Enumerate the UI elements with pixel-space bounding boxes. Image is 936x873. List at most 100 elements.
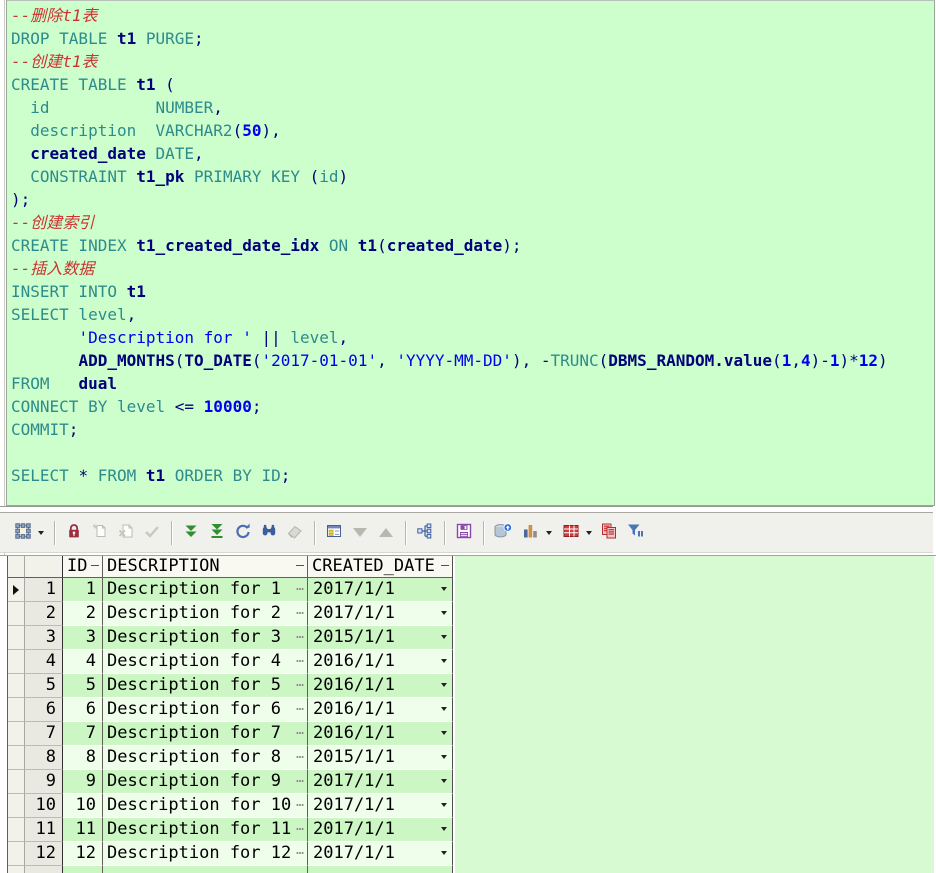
cell-description[interactable]: Description for 3…: [103, 626, 308, 650]
cell-created-date[interactable]: 2016/1/1: [308, 674, 453, 698]
cell-description[interactable]: Description for 9…: [103, 770, 308, 794]
cell-created-date[interactable]: 2016/1/1: [308, 722, 453, 746]
date-dropdown-icon[interactable]: [441, 587, 447, 591]
cell-id[interactable]: 8: [63, 746, 103, 770]
column-header-id[interactable]: ID: [63, 556, 103, 578]
report-button[interactable]: [556, 520, 596, 546]
copy-results-button[interactable]: [596, 520, 622, 546]
column-header-created-date[interactable]: CREATED_DATE: [308, 556, 453, 578]
row-marker-cell[interactable]: [8, 674, 25, 698]
sql-editor[interactable]: --删除t1表 DROP TABLE t1 PURGE; --创建t1表 CREATE…: [6, 0, 935, 506]
cell-id[interactable]: [63, 866, 103, 873]
cell-ellipsis-button[interactable]: …: [296, 626, 304, 646]
delete-record-button[interactable]: [113, 520, 139, 546]
clear-button[interactable]: [282, 520, 308, 546]
date-dropdown-icon[interactable]: [441, 659, 447, 663]
cell-created-date[interactable]: 2016/1/1: [308, 698, 453, 722]
column-header-description[interactable]: DESCRIPTION: [103, 556, 308, 578]
cell-created-date[interactable]: 2017/1/1: [308, 842, 453, 866]
row-number-cell[interactable]: 7: [25, 722, 63, 746]
insert-record-button[interactable]: [87, 520, 113, 546]
post-changes-button[interactable]: [139, 520, 165, 546]
row-marker-cell[interactable]: [8, 746, 25, 770]
row-marker-cell[interactable]: [8, 578, 25, 602]
cell-ellipsis-button[interactable]: …: [296, 794, 304, 814]
cell-description[interactable]: Description for 11…: [103, 818, 308, 842]
row-number-cell[interactable]: 11: [25, 818, 63, 842]
row-marker-cell[interactable]: [8, 626, 25, 650]
editor-results-splitter[interactable]: [0, 506, 933, 513]
cell-description[interactable]: Description for 5…: [103, 674, 308, 698]
row-number-cell[interactable]: 4: [25, 650, 63, 674]
date-dropdown-icon[interactable]: [441, 611, 447, 615]
row-number-cell[interactable]: 1: [25, 578, 63, 602]
cell-created-date[interactable]: 2017/1/1: [308, 818, 453, 842]
cell-ellipsis-button[interactable]: …: [296, 698, 304, 718]
cell-description[interactable]: Description for 4…: [103, 650, 308, 674]
lock-button[interactable]: [61, 520, 87, 546]
row-number-cell[interactable]: 3: [25, 626, 63, 650]
cell-ellipsis-button[interactable]: …: [296, 770, 304, 790]
row-number-cell[interactable]: 10: [25, 794, 63, 818]
date-dropdown-icon[interactable]: [441, 707, 447, 711]
cell-id[interactable]: 7: [63, 722, 103, 746]
row-marker-cell[interactable]: [8, 794, 25, 818]
next-record-button[interactable]: [373, 520, 399, 546]
cell-id[interactable]: 6: [63, 698, 103, 722]
cell-ellipsis-button[interactable]: …: [296, 818, 304, 838]
cell-created-date[interactable]: 2016/1/1: [308, 650, 453, 674]
row-marker-cell[interactable]: [8, 842, 25, 866]
chart-button[interactable]: [516, 520, 556, 546]
marker-column-header[interactable]: [8, 556, 25, 578]
single-record-view-button[interactable]: [321, 520, 347, 546]
save-button[interactable]: [451, 520, 477, 546]
cell-ellipsis-button[interactable]: …: [296, 842, 304, 862]
date-dropdown-icon[interactable]: [441, 851, 447, 855]
row-marker-cell[interactable]: [8, 650, 25, 674]
cell-id[interactable]: 11: [63, 818, 103, 842]
row-marker-cell[interactable]: [8, 866, 25, 873]
row-number-cell[interactable]: 9: [25, 770, 63, 794]
row-marker-cell[interactable]: [8, 818, 25, 842]
row-number-cell[interactable]: 6: [25, 698, 63, 722]
cell-ellipsis-button[interactable]: …: [296, 722, 304, 742]
cell-id[interactable]: 1: [63, 578, 103, 602]
date-dropdown-icon[interactable]: [441, 731, 447, 735]
date-dropdown-icon[interactable]: [441, 683, 447, 687]
fetch-next-page-button[interactable]: [178, 520, 204, 546]
cell-created-date[interactable]: 2017/1/1: [308, 770, 453, 794]
linked-query-button[interactable]: [412, 520, 438, 546]
row-number-cell[interactable]: 5: [25, 674, 63, 698]
cell-created-date[interactable]: 2017/1/1: [308, 578, 453, 602]
row-number-column-header[interactable]: [25, 556, 63, 578]
date-dropdown-icon[interactable]: [441, 779, 447, 783]
cell-created-date[interactable]: [308, 866, 453, 873]
date-dropdown-icon[interactable]: [441, 803, 447, 807]
cell-id[interactable]: 5: [63, 674, 103, 698]
date-dropdown-icon[interactable]: [441, 755, 447, 759]
row-number-cell[interactable]: 8: [25, 746, 63, 770]
date-dropdown-icon[interactable]: [441, 635, 447, 639]
row-number-cell[interactable]: 12: [25, 842, 63, 866]
cell-description[interactable]: Description for 2…: [103, 602, 308, 626]
refresh-button[interactable]: [230, 520, 256, 546]
cell-id[interactable]: 12: [63, 842, 103, 866]
row-number-cell[interactable]: 2: [25, 602, 63, 626]
row-marker-cell[interactable]: [8, 698, 25, 722]
cell-id[interactable]: 3: [63, 626, 103, 650]
cell-description[interactable]: Description for 8…: [103, 746, 308, 770]
cell-created-date[interactable]: 2015/1/1: [308, 746, 453, 770]
cell-created-date[interactable]: 2015/1/1: [308, 626, 453, 650]
cell-ellipsis-button[interactable]: …: [296, 674, 304, 694]
cell-id[interactable]: 4: [63, 650, 103, 674]
cell-ellipsis-button[interactable]: …: [296, 650, 304, 670]
code-area[interactable]: --删除t1表 DROP TABLE t1 PURGE; --创建t1表 CREATE…: [7, 1, 934, 487]
cell-id[interactable]: 10: [63, 794, 103, 818]
cell-description[interactable]: Description for 10…: [103, 794, 308, 818]
cell-ellipsis-button[interactable]: …: [296, 602, 304, 622]
cell-id[interactable]: 2: [63, 602, 103, 626]
row-marker-cell[interactable]: [8, 602, 25, 626]
cell-ellipsis-button[interactable]: …: [296, 578, 304, 598]
cell-created-date[interactable]: 2017/1/1: [308, 602, 453, 626]
cell-id[interactable]: 9: [63, 770, 103, 794]
